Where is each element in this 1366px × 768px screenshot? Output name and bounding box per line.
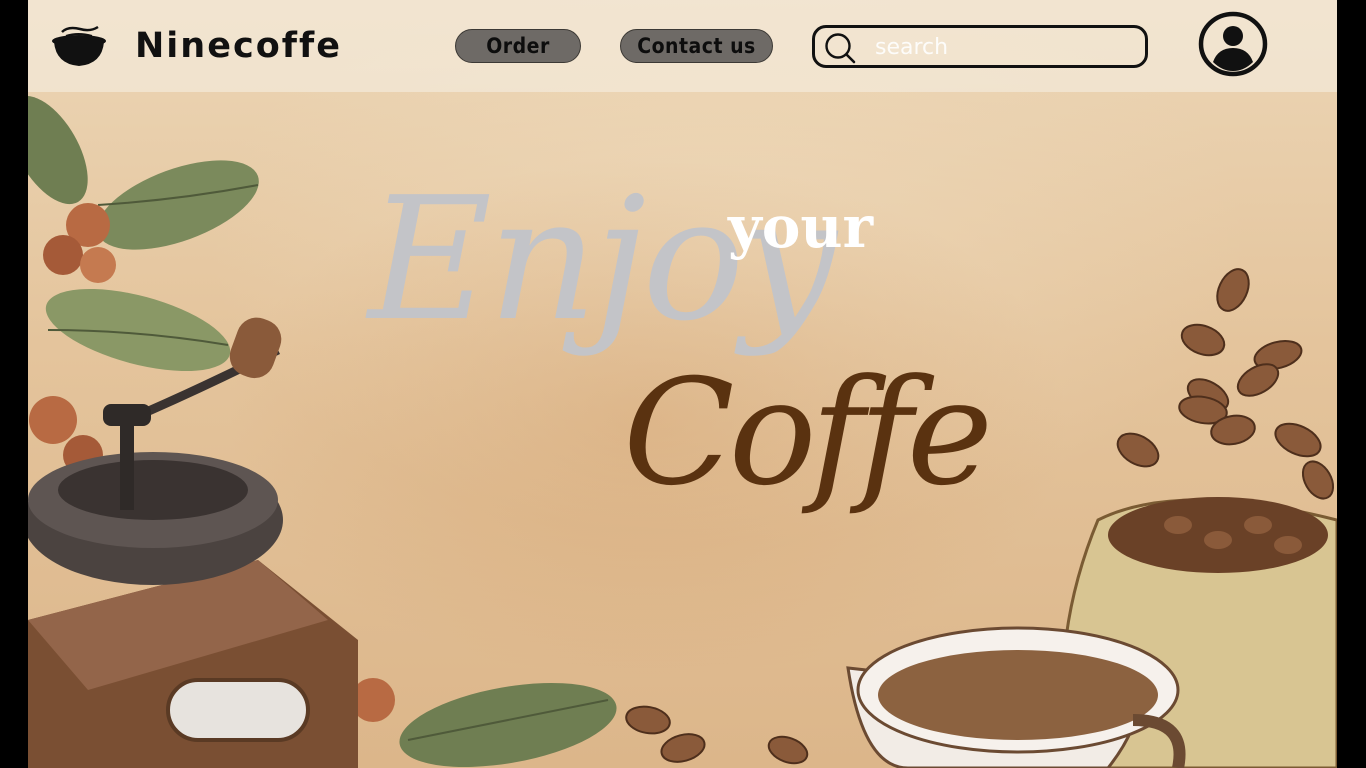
order-button[interactable]: Order [455, 29, 581, 63]
user-icon[interactable] [1198, 11, 1268, 77]
coffee-grinder [28, 317, 358, 768]
hero-coffe-text: Coffe [623, 348, 993, 518]
search-icon[interactable] [823, 32, 857, 64]
top-navbar: Ninecoffe Order Contact us [28, 0, 1337, 92]
brand-name: Ninecoffe [135, 26, 342, 66]
hero-your-text: your [728, 193, 874, 261]
search-bar [812, 25, 1148, 68]
hero-section: Ninecoffe Order Contact us Enjoy your Co… [28, 0, 1337, 768]
contact-us-button[interactable]: Contact us [620, 29, 773, 63]
coffee-cup-icon[interactable] [50, 24, 110, 68]
search-input[interactable] [875, 32, 1137, 62]
coffee-leaves-bottom [399, 682, 617, 768]
